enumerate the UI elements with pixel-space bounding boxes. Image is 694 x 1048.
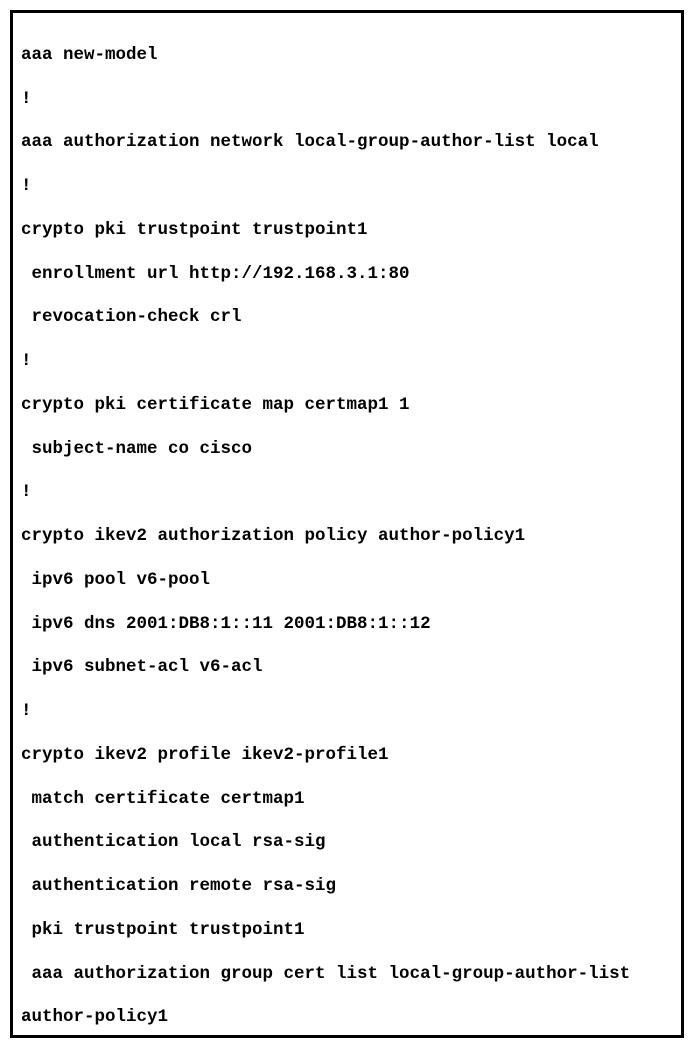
config-line: aaa authorization network local-group-au… [21,132,673,154]
config-line: subject-name co cisco [21,439,673,461]
config-line: pki trustpoint trustpoint1 [21,920,673,942]
config-line: revocation-check crl [21,307,673,329]
config-line: match certificate certmap1 [21,789,673,811]
config-line: crypto ikev2 profile ikev2-profile1 [21,745,673,767]
config-line: authentication local rsa-sig [21,832,673,854]
cisco-config-block: aaa new-model ! aaa authorization networ… [10,10,684,1038]
config-line: ! [21,89,673,111]
config-line: enrollment url http://192.168.3.1:80 [21,264,673,286]
config-line: aaa authorization group cert list local-… [21,964,673,986]
config-line: ipv6 dns 2001:DB8:1::11 2001:DB8:1::12 [21,614,673,636]
config-line: ! [21,482,673,504]
config-line: author-policy1 [21,1007,673,1029]
config-line: crypto pki trustpoint trustpoint1 [21,220,673,242]
config-line: crypto pki certificate map certmap1 1 [21,395,673,417]
config-line: ! [21,351,673,373]
config-line: ipv6 pool v6-pool [21,570,673,592]
config-line: ! [21,176,673,198]
config-line: aaa new-model [21,45,673,67]
config-line: ipv6 subnet-acl v6-acl [21,657,673,679]
config-line: authentication remote rsa-sig [21,876,673,898]
config-line: crypto ikev2 authorization policy author… [21,526,673,548]
config-line: ! [21,701,673,723]
